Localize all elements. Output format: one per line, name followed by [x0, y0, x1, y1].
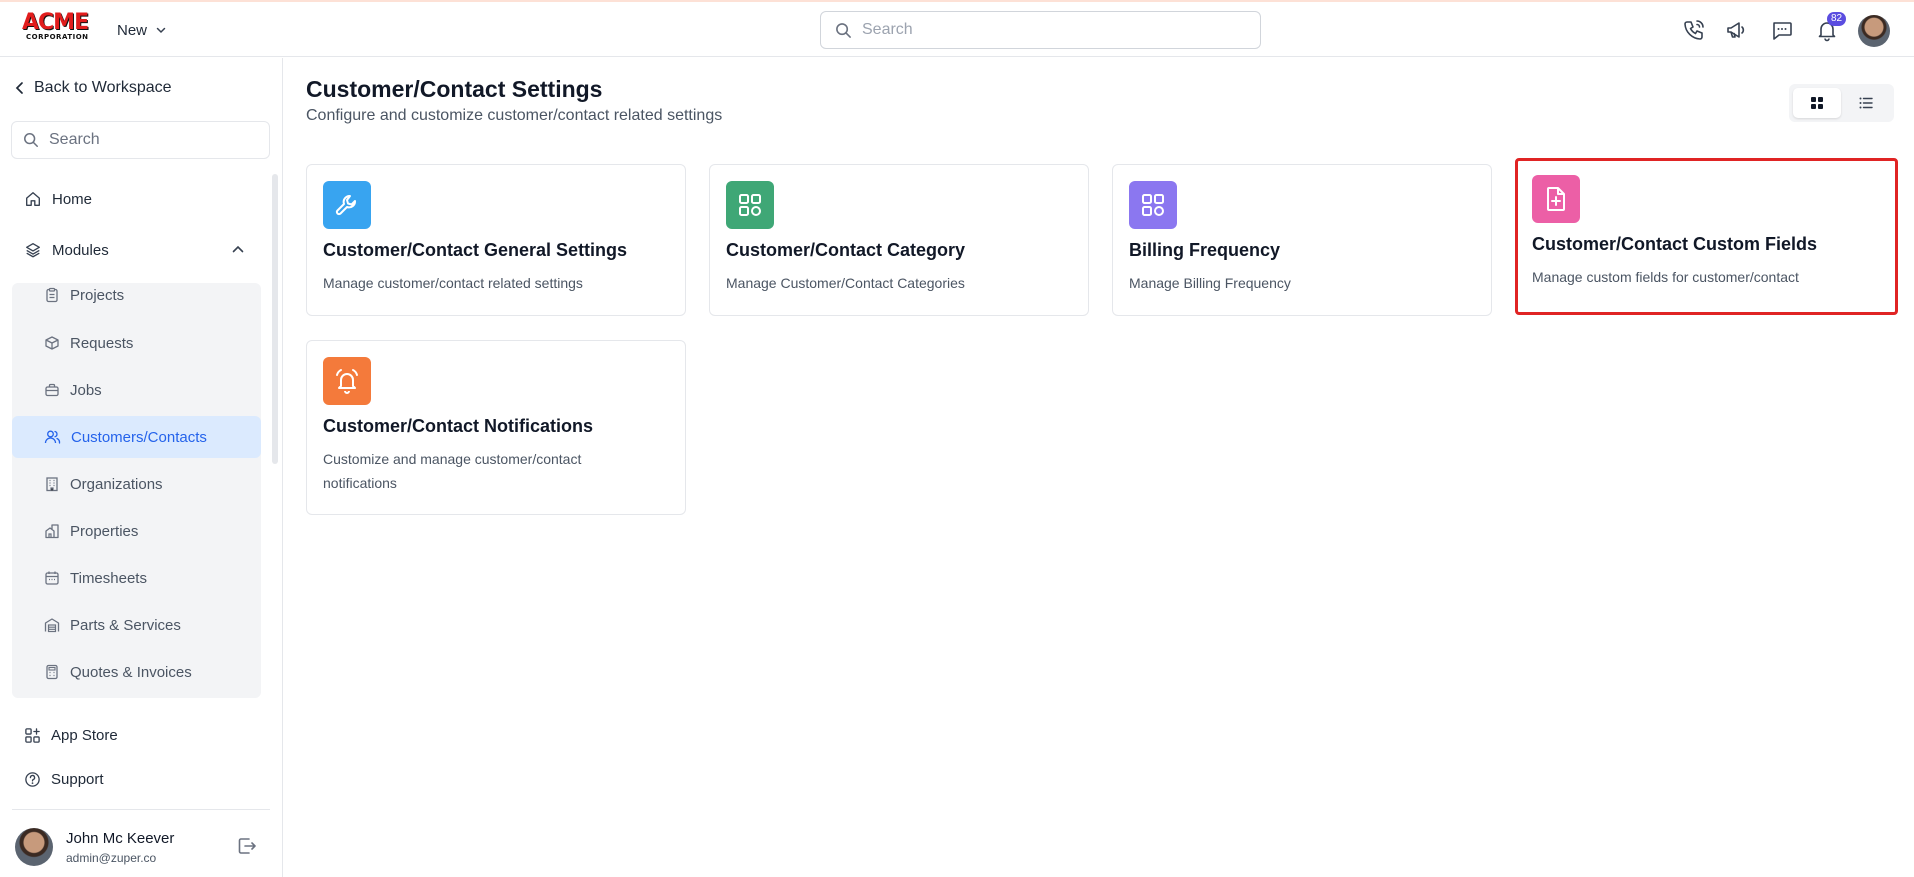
sidebar-item-label: Parts & Services: [70, 616, 181, 634]
sidebar-item-requests[interactable]: Requests: [12, 322, 261, 364]
user-avatar-top[interactable]: [1858, 15, 1890, 47]
search-icon: [24, 133, 38, 147]
sidebar-item-label: Organizations: [70, 475, 163, 493]
sidebar-item-projects[interactable]: Projects: [12, 274, 261, 316]
calculator-icon: [46, 664, 58, 680]
user-email: admin@zuper.co: [66, 851, 157, 865]
top-bar: ACME CORPORATION New 82: [0, 2, 1914, 57]
back-to-workspace-label: Back to Workspace: [34, 79, 172, 96]
new-button[interactable]: New: [117, 19, 167, 41]
sidebar-divider: [12, 809, 270, 810]
card-title: Billing Frequency: [1129, 240, 1281, 260]
modules-submenu: Projects Requests Jobs Customers/Contact…: [12, 283, 261, 698]
card-billing-frequency[interactable]: Billing Frequency Manage Billing Frequen…: [1112, 164, 1492, 316]
card-title: Customer/Contact Category: [726, 240, 966, 260]
card-description: Manage Customer/Contact Categories: [726, 275, 965, 291]
chat-icon[interactable]: [1768, 16, 1796, 44]
sidebar: Back to Workspace Home Modules Projects …: [0, 58, 283, 877]
layers-icon: [26, 243, 40, 258]
sidebar-scrollbar[interactable]: [272, 174, 278, 464]
sidebar-item-app-store[interactable]: App Store: [12, 715, 118, 755]
logout-icon[interactable]: [236, 835, 258, 857]
sidebar-item-home[interactable]: Home: [12, 179, 92, 219]
logo-subtext: CORPORATION: [26, 33, 89, 41]
sidebar-item-timesheets[interactable]: Timesheets: [12, 557, 261, 599]
box-icon: [45, 336, 59, 350]
card-general-settings[interactable]: Customer/Contact General Settings Manage…: [306, 164, 686, 316]
building-icon: [46, 477, 58, 492]
grid-view-button[interactable]: [1793, 88, 1841, 118]
help-circle-icon: [25, 771, 40, 787]
sidebar-item-label: Quotes & Invoices: [70, 663, 192, 681]
sidebar-item-jobs[interactable]: Jobs: [12, 369, 261, 411]
calendar-icon: [45, 571, 59, 585]
sidebar-item-properties[interactable]: Properties: [12, 510, 261, 552]
sidebar-item-modules[interactable]: Modules: [12, 230, 109, 270]
sidebar-item-label: Jobs: [70, 381, 102, 399]
notification-badge: 82: [1827, 12, 1847, 26]
sidebar-item-label: Properties: [70, 522, 139, 540]
list-view-button[interactable]: [1842, 88, 1890, 118]
card-description: Manage customer/contact related settings: [323, 275, 583, 291]
sidebar-item-label: Projects: [70, 286, 125, 304]
list-view-icon: [1859, 97, 1873, 109]
card-description: Customize and manage customer/contact no…: [323, 451, 582, 491]
global-search-input[interactable]: [862, 21, 1242, 39]
sidebar-item-label: Support: [51, 770, 104, 788]
phone-icon[interactable]: [1680, 16, 1708, 44]
avatar[interactable]: [15, 828, 53, 866]
card-title: Customer/Contact Notifications: [323, 416, 594, 436]
app-store-icon: [25, 727, 40, 743]
card-category[interactable]: Customer/Contact Category Manage Custome…: [709, 164, 1089, 316]
search-icon: [836, 22, 851, 38]
grid-view-icon: [1811, 97, 1823, 109]
users-icon: [44, 430, 61, 444]
user-name: John Mc Keever: [66, 830, 175, 847]
clipboard-icon: [46, 287, 58, 303]
sidebar-item-label: Modules: [52, 241, 109, 259]
logo-text: ACME: [22, 10, 89, 35]
sidebar-item-customers-contacts[interactable]: Customers/Contacts: [12, 416, 261, 458]
sidebar-search-input[interactable]: [49, 131, 249, 149]
card-custom-fields[interactable]: Customer/Contact Custom Fields Manage cu…: [1515, 158, 1898, 315]
page-title: Customer/Contact Settings: [306, 76, 603, 102]
sidebar-item-label: Timesheets: [70, 569, 147, 587]
view-toggle: [1789, 84, 1894, 122]
file-plus-icon: [1532, 175, 1580, 223]
chevron-up-icon[interactable]: [231, 242, 245, 256]
apps-icon: [1129, 181, 1177, 229]
page-subtitle: Configure and customize customer/contact…: [306, 107, 723, 124]
wrench-icon: [323, 181, 371, 229]
chevron-down-icon: [156, 27, 166, 34]
chevron-left-icon: [15, 82, 23, 94]
card-description: Manage custom fields for customer/contac…: [1532, 269, 1799, 285]
sidebar-item-organizations[interactable]: Organizations: [12, 463, 261, 505]
warehouse-icon: [44, 618, 60, 633]
sidebar-item-support[interactable]: Support: [12, 759, 104, 799]
sidebar-search[interactable]: [11, 121, 270, 159]
card-title: Customer/Contact General Settings: [323, 240, 628, 260]
home-icon: [26, 192, 40, 206]
sidebar-item-label: Customers/Contacts: [71, 428, 207, 446]
sidebar-item-quotes-invoices[interactable]: Quotes & Invoices: [12, 651, 261, 693]
global-search[interactable]: [820, 11, 1261, 49]
sidebar-item-label: App Store: [51, 726, 118, 744]
briefcase-icon: [45, 383, 59, 397]
card-title: Customer/Contact Custom Fields: [1532, 234, 1818, 254]
sidebar-item-label: Home: [52, 190, 93, 208]
alarm-icon: [323, 357, 371, 405]
bell-icon[interactable]: 82: [1813, 12, 1847, 44]
properties-icon: [45, 524, 59, 539]
company-logo[interactable]: ACME CORPORATION: [22, 10, 96, 45]
sidebar-item-parts-services[interactable]: Parts & Services: [12, 604, 261, 646]
grid-icon: [726, 181, 774, 229]
card-notifications[interactable]: Customer/Contact Notifications Customize…: [306, 340, 686, 515]
new-button-label: New: [117, 21, 148, 39]
sidebar-item-label: Requests: [70, 334, 134, 352]
megaphone-icon[interactable]: [1723, 16, 1751, 44]
back-to-workspace-link[interactable]: Back to Workspace: [14, 79, 172, 97]
card-description: Manage Billing Frequency: [1129, 275, 1291, 291]
